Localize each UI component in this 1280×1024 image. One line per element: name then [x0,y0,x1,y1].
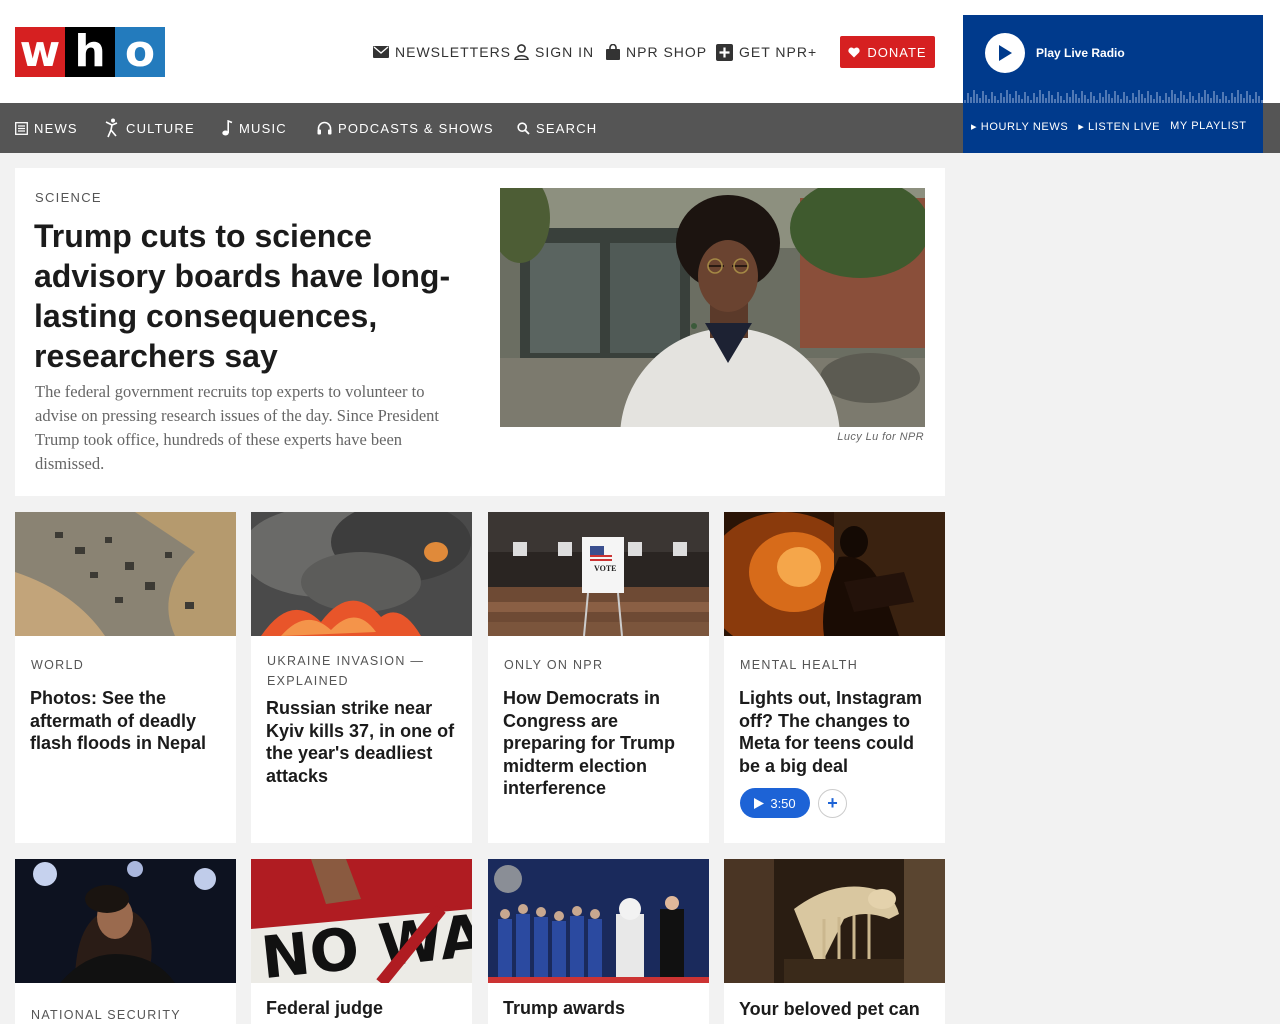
story-headline[interactable]: How Democrats in Congress are preparing … [503,687,703,800]
svg-text:VOTE: VOTE [594,564,617,573]
sign-in-link[interactable]: SIGN IN [514,40,594,64]
story-card[interactable]: UKRAINE INVASION — EXPLAINED Russian str… [251,512,472,843]
plus-icon: + [827,793,838,813]
logo-letter-2: h [65,27,115,77]
main-nav: NEWS CULTURE MUSIC PODCASTS & SHOWS SEAR… [0,103,963,153]
story-headline[interactable]: Photos: See the aftermath of deadly flas… [30,687,230,755]
story-card[interactable]: Trump awards [488,859,709,1024]
story-headline[interactable]: Federal judge [266,997,466,1020]
user-icon [514,44,529,60]
add-to-playlist-button[interactable]: + [818,789,847,818]
story-image[interactable] [500,188,925,427]
dancer-icon [105,118,118,138]
get-npr-plus-link[interactable]: GET NPR+ [716,40,817,64]
story-headline[interactable]: Trump awards [503,997,703,1020]
plus-box-icon [716,43,733,61]
npr-shop-link[interactable]: NPR SHOP [606,40,707,64]
play-audio-button[interactable]: 3:50 [740,788,810,818]
story-card[interactable]: MENTAL HEALTH Lights out, Instagram off?… [724,512,945,843]
nav-item-news[interactable]: NEWS [15,103,78,153]
story-slug[interactable]: SCIENCE [35,190,102,205]
story-image[interactable] [488,859,709,983]
play-live-radio-button[interactable] [985,33,1025,73]
audio-duration: 3:50 [770,795,796,811]
nav-item-label: SEARCH [536,120,598,136]
story-image[interactable] [251,512,472,636]
story-headline[interactable]: Your beloved pet can [739,998,939,1021]
story-headline[interactable]: Lights out, Instagram off? The changes t… [739,687,939,777]
story-slug[interactable]: UKRAINE INVASION — EXPLAINED [267,651,462,691]
nav-edge [1263,103,1280,153]
story-slug[interactable]: NATIONAL SECURITY [31,1005,226,1024]
get-npr-plus-label: GET NPR+ [739,44,818,60]
play-icon [999,45,1012,61]
newsletters-link[interactable]: NEWSLETTERS [373,40,511,64]
nav-item-label: NEWS [34,120,78,136]
story-card[interactable]: NATIONAL SECURITY [15,859,236,1024]
nav-item-music[interactable]: MUSIC [222,103,287,153]
audio-waveform-graphic [964,90,1263,103]
play-icon [754,797,765,809]
live-radio-widget: Play Live Radio ▸ HOURLY NEWS ▸ LISTEN L… [963,15,1263,153]
story-image[interactable] [724,512,945,636]
nav-item-culture[interactable]: CULTURE [104,103,195,153]
search-icon [517,121,530,135]
radio-title: Play Live Radio [1036,46,1125,60]
donate-button[interactable]: DONATE [840,36,935,68]
story-card[interactable]: WORLD Photos: See the aftermath of deadl… [15,512,236,843]
heart-icon [848,47,861,57]
story-card[interactable]: NO WA Federal judge [251,859,472,1024]
story-image[interactable] [15,512,236,636]
nav-item-label: CULTURE [126,120,195,136]
site-logo[interactable]: w h o [15,27,165,77]
nav-item-podcasts[interactable]: PODCASTS & SHOWS [317,103,494,153]
story-headline[interactable]: Russian strike near Kyiv kills 37, in on… [266,697,466,787]
envelope-icon [373,46,389,58]
newspaper-icon [15,121,28,135]
story-image[interactable]: VOTE [488,512,709,636]
nav-item-label: PODCASTS & SHOWS [338,120,494,136]
story-slug[interactable]: MENTAL HEALTH [740,655,935,675]
newsletters-label: NEWSLETTERS [395,44,512,60]
story-image[interactable]: NO WA [251,859,472,983]
hourly-news-link[interactable]: ▸ HOURLY NEWS [971,120,1068,133]
story-headline[interactable]: Trump cuts to science advisory boards ha… [34,216,474,376]
my-playlist-link[interactable]: MY PLAYLIST [1170,120,1247,133]
nav-item-label: MUSIC [239,120,287,136]
story-card[interactable]: VOTE ONLY ON NPR How Democrats in Congre… [488,512,709,843]
story-slug[interactable]: WORLD [31,655,226,675]
story-teaser[interactable]: The federal government recruits top expe… [35,380,465,476]
story-slug[interactable]: ONLY ON NPR [504,655,699,675]
sign-in-label: SIGN IN [535,44,595,60]
image-credit: Lucy Lu for NPR [837,431,924,443]
story-image[interactable] [15,859,236,983]
music-note-icon [222,120,233,136]
donate-label: DONATE [867,44,927,60]
logo-letter-3: o [115,27,165,77]
nav-item-search[interactable]: SEARCH [517,103,597,153]
featured-story: SCIENCE Trump cuts to science advisory b… [15,168,945,496]
story-image[interactable] [724,859,945,983]
listen-live-link[interactable]: ▸ LISTEN LIVE [1078,120,1160,133]
story-card[interactable]: Your beloved pet can [724,859,945,1024]
npr-shop-label: NPR SHOP [626,44,708,60]
shopping-bag-icon [606,44,620,60]
logo-letter-1: w [15,27,65,77]
headphones-icon [317,121,332,135]
